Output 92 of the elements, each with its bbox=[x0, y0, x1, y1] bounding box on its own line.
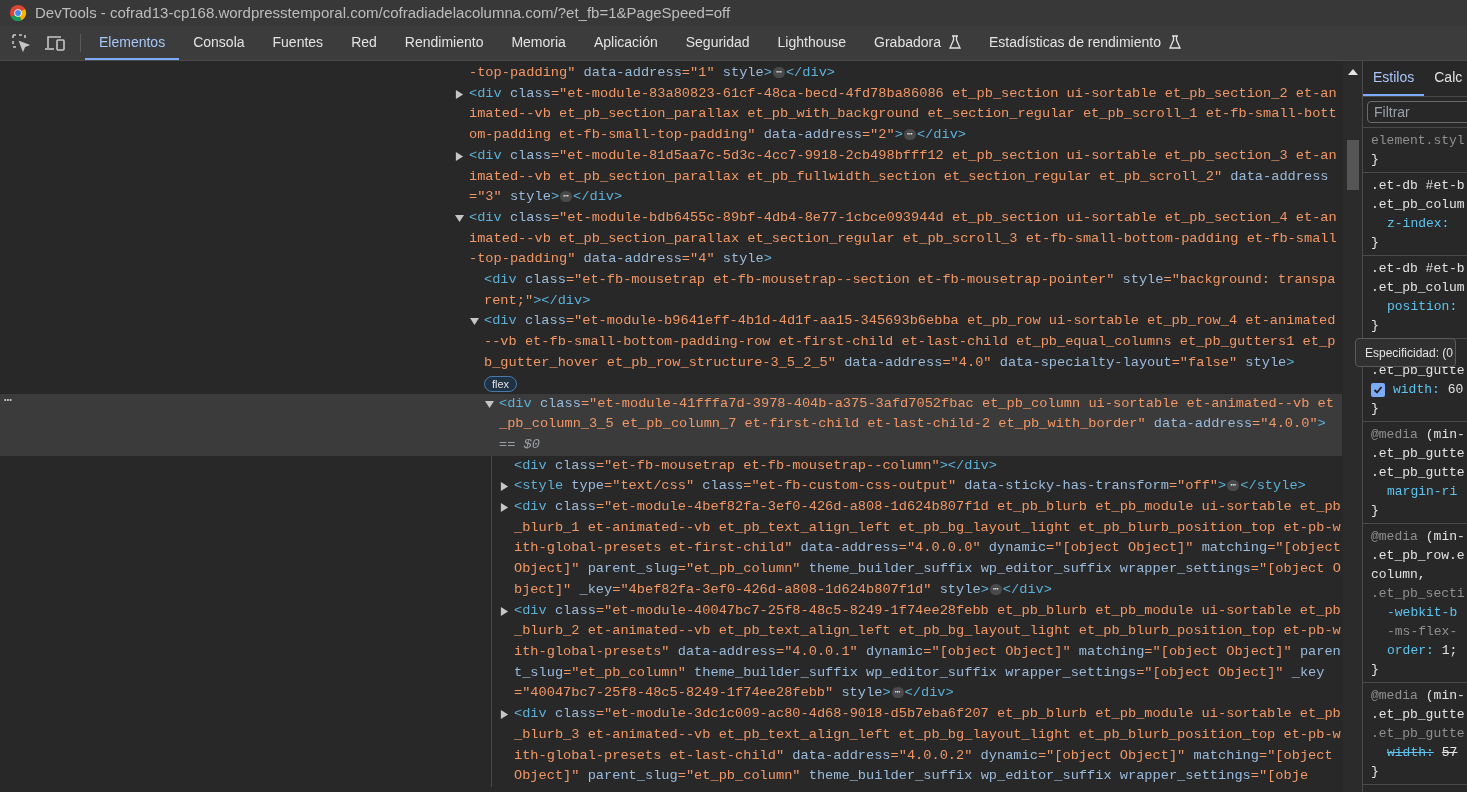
css-property: -webkit-b bbox=[1387, 604, 1458, 622]
css-value: 60 bbox=[1447, 381, 1464, 399]
element-markup: <div class="et-module-4bef82fa-3ef0-426d-a808-1d624b807f1d et_pb_blurb et_pb_module ui-sortable et_pb_blurb_1 et-animated--vb et_pb_text_align_left et_pb_bg_layout_light et_pb_blurb_position_top et-pb-with-global-presets et-first-child" data-address="4.0.0.0" dynamic="[object Object]" matching="[object Object]" parent_slug="et_pb_column" theme_builder_suffix wp_editor_suffix wrapper_settings="[object Object]" _key="4bef82fa-3ef0-426d-a808-1d624b807f1d" style> ⋯ </div> bbox=[514, 498, 1342, 599]
css-value: 1; bbox=[1441, 642, 1458, 660]
more-options-icon[interactable]: ⋯ bbox=[4, 393, 13, 408]
element-markup: <div class="et-module-b9641eff-4b1d-4d1f-aa15-345693b6ebba et_pb_row ui-sortable et_pb_row_4 et-animated--vb et-fb-small-bottom-padding-row et-first-child et-last-child et_pb_equal_columns et_pb_gutters1 et_pb_gutter_hover et_pb_row_structure-3_5_2_5" data-address="4.0" data-specialty-layout="false" style> bbox=[484, 312, 1337, 372]
caret-icon[interactable] bbox=[455, 89, 464, 99]
panel-tab[interactable]: Red bbox=[337, 26, 391, 60]
media-condition: (min- bbox=[1425, 528, 1465, 546]
collapsed-content-button[interactable]: ⋯ bbox=[989, 583, 1002, 595]
closing-brace: } bbox=[1371, 400, 1379, 418]
css-selector: .et_pb_gutte bbox=[1371, 445, 1466, 463]
dom-tree-row[interactable]: -top-padding" data-address="1" style> ⋯ </div> bbox=[0, 63, 1342, 84]
css-selector: .et_pb_gutte bbox=[1371, 464, 1466, 482]
css-selector: .et_pb_gutte bbox=[1371, 725, 1466, 743]
scroll-up-arrow-icon[interactable] bbox=[1347, 69, 1358, 75]
css-property: width: bbox=[1387, 744, 1434, 762]
collapsed-content-button[interactable]: ⋯ bbox=[891, 687, 904, 699]
css-selector: .et-db #et-b bbox=[1371, 177, 1466, 195]
css-property: position: bbox=[1387, 298, 1458, 316]
media-keyword: @media bbox=[1371, 687, 1418, 705]
collapsed-content-button[interactable]: ⋯ bbox=[772, 66, 785, 78]
media-condition: (min- bbox=[1425, 426, 1465, 444]
dom-tree-row[interactable] bbox=[0, 393, 1342, 456]
collapsed-content-button[interactable]: ⋯ bbox=[1227, 480, 1240, 492]
css-value: 57 bbox=[1441, 744, 1458, 762]
element-markup: <div class="et-module-81d5aa7c-5d3c-4cc7-9918-2cb498bfff12 et_pb_section ui-sortable et_pb_section_3 et-animated--vb et_pb_section_parallax et_pb_fullwidth_section et_section_regular et_pb_scroll_2" data-address ="3" style> ⋯ </div> bbox=[469, 146, 1338, 207]
element-markup: <div class="et-module-83a80823-61cf-48ca-becd-4fd78ba86086 et_pb_section ui-sortable et_pb_section_2 et-animated--vb et_pb_section_parallax et_pb_with_background et_section_regular et_pb_scroll_1 et-fb-small-bottom-padding et-fb-small-top-padding" data-address="2"> ⋯ </div> bbox=[469, 84, 1338, 145]
panel-tab[interactable]: Rendimiento bbox=[390, 26, 498, 60]
phone-tablet-icon[interactable] bbox=[44, 34, 66, 52]
media-condition: (min- bbox=[1425, 687, 1465, 705]
css-selector: .et_pb_row.e bbox=[1371, 547, 1466, 565]
caret-icon[interactable] bbox=[500, 503, 509, 513]
closing-brace: } bbox=[1371, 763, 1379, 781]
element-markup: <div class="et-fb-mousetrap et-fb-mousetrap--column"></div> bbox=[514, 456, 998, 475]
styles-tab[interactable]: Estilos bbox=[1363, 61, 1425, 96]
css-selector: .et-db #et-b bbox=[1371, 260, 1466, 278]
panel-tab[interactable]: Elementos bbox=[85, 26, 180, 60]
caret-icon[interactable] bbox=[485, 399, 494, 409]
css-selector: .et_pb_secti bbox=[1371, 585, 1466, 603]
element-markup: <div class="et-module-3dc1c009-ac80-4d68-9018-d5b7eba6f207 et_pb_blurb et_pb_module ui-sortable et_pb_blurb_3 et-animated--vb et_pb_text_align_left et_pb_bg_layout_light et_pb_blurb_position_top et-pb-with-global-presets et-last-child" data-address="4.0.0.2" dynamic="[object Object]" matching="[object Object]" parent_slug="et_pb_column" theme_builder_suffix wp_editor_suffix wrapper_settings="[obje bbox=[514, 705, 1342, 786]
caret-icon[interactable] bbox=[500, 710, 509, 720]
panel-tab[interactable]: Fuentes bbox=[258, 26, 338, 60]
css-selector: .et_pb_colum bbox=[1371, 196, 1466, 214]
app-logo-icon bbox=[9, 4, 27, 22]
css-property: order: bbox=[1387, 642, 1434, 660]
element-markup: <div class="et-fb-mousetrap et-fb-mousetrap--section et-fb-mousetrap-pointer" style="background: transparent;"></div> bbox=[484, 271, 1337, 310]
panel-tab[interactable]: Memoria bbox=[497, 26, 580, 60]
css-selector: element.styl bbox=[1371, 132, 1466, 150]
caret-icon[interactable] bbox=[455, 151, 464, 161]
caret-icon[interactable] bbox=[500, 606, 509, 616]
closing-brace: } bbox=[1371, 502, 1379, 520]
css-property: -ms-flex- bbox=[1387, 623, 1458, 641]
css-selector: .et_pb_gutte bbox=[1371, 706, 1466, 724]
dom-tree-row[interactable]: <style type="text/css" class="et-fb-custom-css-output" data-sticky-has-transform="off"> ⋯ </style> bbox=[0, 476, 1342, 498]
media-keyword: @media bbox=[1371, 528, 1418, 546]
css-property: width: bbox=[1393, 381, 1440, 399]
media-keyword: @media bbox=[1371, 426, 1418, 444]
styles-tab[interactable]: Calc bbox=[1424, 61, 1467, 96]
caret-icon[interactable] bbox=[500, 482, 509, 492]
cursor-select-icon[interactable] bbox=[11, 33, 31, 53]
element-markup: <div class="et-module-40047bc7-25f8-48c5-8249-1f74ee28febb et_pb_blurb et_pb_module ui-sortable et_pb_blurb_2 et-animated--vb et_pb_text_align_left et_pb_bg_layout_light et_pb_blurb_position_top et-pb-with-global-presets" data-address="4.0.0.1" dynamic="[object Object]" matching="[object Object]" parent_slug="et_pb_column" theme_builder_suffix wp_editor_suffix wrapper_settings="[object Object]" _key ="40047bc7-25f8-48c5-8249-1f74ee28febb" style> ⋯ </div> bbox=[514, 601, 1342, 703]
layout-badge[interactable]: flex bbox=[484, 375, 518, 392]
panel-tab[interactable]: Seguridad bbox=[671, 26, 764, 60]
window-title: DevTools - cofrad13-cp168.wordpresstemporal.com/cofradiadelacolumna.com/?et_fb=1&PageSpeed=off bbox=[35, 2, 731, 23]
closing-brace: } bbox=[1371, 234, 1379, 252]
closing-brace: } bbox=[1371, 317, 1379, 335]
element-markup: <style type="text/css" class="et-fb-custom-css-output" data-sticky-has-transform="off"> ⋯ </style> bbox=[514, 477, 1307, 496]
css-selector: column, bbox=[1371, 566, 1427, 584]
panel-tab[interactable]: Aplicación bbox=[579, 26, 672, 60]
element-markup: <div class="et-module-bdb6455c-89bf-4db4-8e77-1cbce093944d et_pb_section ui-sortable et_pb_section_4 et-animated--vb et_pb_section_parallax et_section_regular et_pb_scroll_3 et-fb-small-bottom-padding et-fb-small-top-padding" data-address="4" style> bbox=[469, 208, 1338, 269]
tooltip: Especificidad: (0 bbox=[1355, 338, 1457, 367]
property-checkbox[interactable] bbox=[1371, 382, 1385, 397]
css-property: z-index: bbox=[1387, 215, 1450, 233]
css-selector: .et_pb_colum bbox=[1371, 279, 1466, 297]
caret-icon[interactable] bbox=[470, 317, 479, 327]
css-property: margin-ri bbox=[1387, 483, 1458, 501]
caret-icon[interactable] bbox=[455, 213, 464, 223]
panel-tab[interactable]: Grabadora bbox=[860, 26, 975, 60]
element-markup: -top-padding" data-address="1" style> ⋯ </div> bbox=[469, 64, 837, 82]
panel-tab[interactable]: Estadísticas de rendimiento bbox=[975, 26, 1195, 60]
closing-brace: } bbox=[1371, 151, 1379, 169]
panel-tab[interactable]: Consola bbox=[179, 26, 259, 60]
closing-brace: } bbox=[1371, 661, 1379, 679]
scrollbar-thumb[interactable] bbox=[1346, 140, 1359, 190]
filter-field[interactable]: Filtrar bbox=[1367, 101, 1467, 123]
dom-tree-row[interactable]: <div class="et-fb-mousetrap et-fb-mousetrap--section et-fb-mousetrap-pointer" style="background: transparent;"></div> bbox=[0, 270, 1342, 312]
dom-tree-row[interactable]: <div class="et-fb-mousetrap et-fb-mousetrap--column"></div> bbox=[0, 455, 1342, 477]
panel-tab[interactable]: Lighthouse bbox=[763, 26, 861, 60]
collapsed-content-button[interactable]: ⋯ bbox=[560, 191, 573, 203]
element-markup: <div class="et-module-41fffa7d-3978-404b-a375-3afd7052fbac et_pb_column ui-sortable et-animated--vb et_pb_column_3_5 et_pb_column_7 et-first-child et-last-child-2 et_pb_with_border" data-address="4.0.0"> == $0 bbox=[499, 394, 1335, 454]
collapsed-content-button[interactable]: ⋯ bbox=[903, 129, 916, 140]
